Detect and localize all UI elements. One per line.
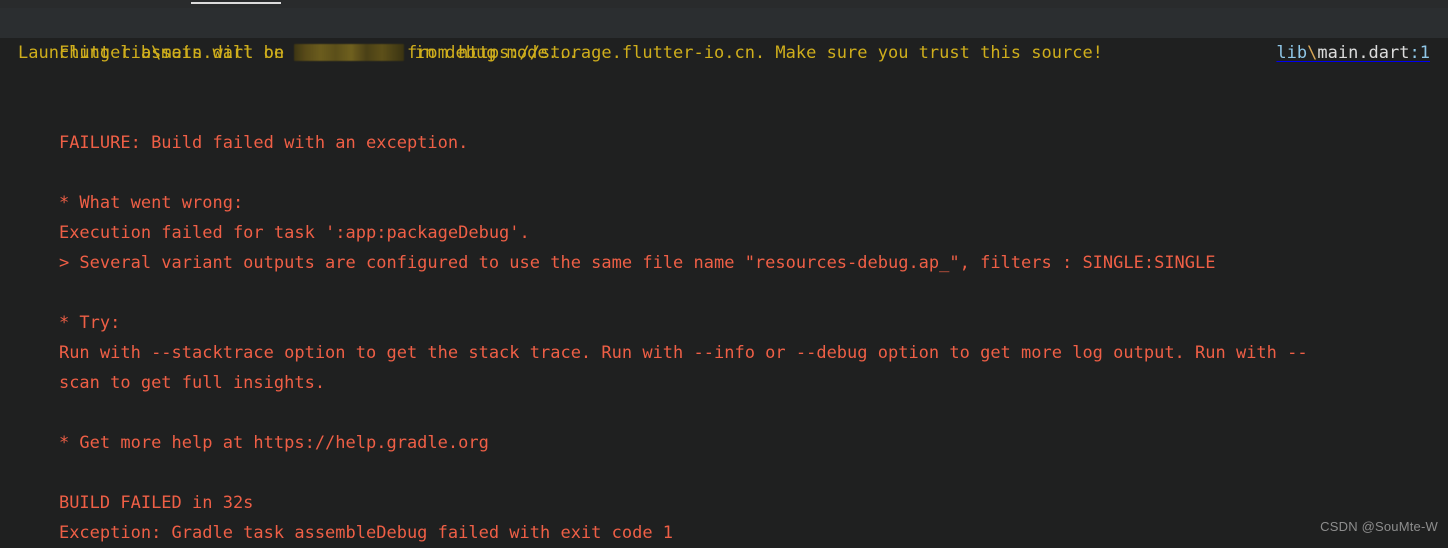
console-line-try-body-1: Run with --stacktrace option to get the …	[0, 308, 1448, 363]
console-line-exited: Exited (sigterm)	[0, 518, 1448, 548]
console-line-failure-header: FAILURE: Build failed with an exception.	[0, 98, 1448, 153]
launching-line-text: Launching lib\main.dart on in debug mode…	[18, 38, 578, 68]
source-link-segment-lib: lib	[1276, 43, 1308, 63]
console-line-try-header: * Try:	[0, 278, 1448, 333]
console-line-variant-outputs: > Several variant outputs are configured…	[0, 218, 1448, 273]
console-line-what-went-wrong-header: * What went wrong:	[0, 158, 1448, 213]
active-tab-indicator	[191, 2, 281, 4]
source-link-segment-colon: :	[1409, 43, 1420, 63]
source-link-segment-line-number: 1	[1419, 43, 1430, 63]
console-line-blank-2	[0, 128, 1448, 158]
source-link-segment-separator: \	[1307, 43, 1318, 63]
console-line-blank-4	[0, 368, 1448, 398]
console-line-flutter-assets-notice: Flutter assets will be downloaded from h…	[0, 8, 1448, 63]
console-line-try-body-2: scan to get full insights.	[0, 338, 1448, 393]
console-output-pane[interactable]: Flutter assets will be downloaded from h…	[0, 8, 1448, 548]
console-line-launching: Launching lib\main.dart on in debug mode…	[0, 38, 1448, 68]
console-line-blank-1	[0, 68, 1448, 98]
console-line-execution-failed: Execution failed for task ':app:packageD…	[0, 188, 1448, 243]
source-link-lib-main-dart[interactable]: lib\main.dart:1	[1276, 38, 1430, 68]
source-link-segment-filename: main.dart	[1317, 43, 1410, 63]
redacted-device-name	[294, 44, 405, 61]
console-line-build-failed: BUILD FAILED in 32s	[0, 458, 1448, 513]
watermark-label: CSDN @SouMte-W	[1320, 519, 1438, 534]
window-top-strip	[0, 0, 1448, 8]
launching-suffix-text: in debug mode...	[404, 43, 579, 63]
console-line-blank-5	[0, 428, 1448, 458]
launching-prefix-text: Launching lib\main.dart on	[18, 43, 295, 63]
console-line-get-more-help: * Get more help at https://help.gradle.o…	[0, 398, 1448, 453]
console-line-blank-3	[0, 248, 1448, 278]
console-line-exception: Exception: Gradle task assembleDebug fai…	[0, 488, 1448, 543]
